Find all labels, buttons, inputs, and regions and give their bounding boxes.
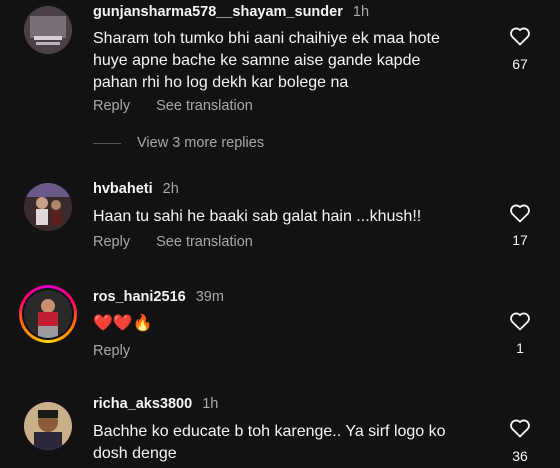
avatar[interactable] xyxy=(24,402,72,450)
comment-actions: Reply xyxy=(93,343,130,359)
like-count: 17 xyxy=(512,232,528,248)
avatar[interactable] xyxy=(24,183,72,231)
username[interactable]: gunjansharma578__shayam_sunder xyxy=(93,4,343,20)
comment-meta: gunjansharma578__shayam_sunder 1h xyxy=(93,4,369,20)
comment-item: ros_hani2516 39m ❤️❤️🔥 Reply 1 xyxy=(0,283,560,383)
replies-divider xyxy=(93,143,121,144)
timestamp: 39m xyxy=(195,289,224,305)
avatar xyxy=(22,288,74,340)
comment-meta: richa_aks3800 1h xyxy=(93,396,218,412)
like-count: 67 xyxy=(512,56,528,72)
avatar-image xyxy=(24,290,72,338)
timestamp: 1h xyxy=(352,4,370,20)
see-translation-button[interactable]: See translation xyxy=(156,98,253,114)
avatar-image xyxy=(24,183,72,231)
see-translation-button[interactable]: See translation xyxy=(156,234,253,250)
timestamp: 2h xyxy=(162,181,179,197)
comment-item: hvbaheti 2h Haan tu sahi he baaki sab ga… xyxy=(0,175,560,275)
comment-actions: Reply See translation xyxy=(93,234,253,250)
comment-meta: hvbaheti 2h xyxy=(93,181,179,197)
username[interactable]: richa_aks3800 xyxy=(93,396,192,412)
avatar-image xyxy=(24,402,72,450)
heart-outline-icon[interactable] xyxy=(508,416,532,440)
reply-button[interactable]: Reply xyxy=(93,234,130,250)
reply-button[interactable]: Reply xyxy=(93,343,130,359)
username[interactable]: hvbaheti xyxy=(93,181,153,197)
comment-text: ❤️❤️🔥 xyxy=(93,315,153,332)
like-count: 36 xyxy=(512,448,528,464)
comment-text: Bachhe ko educate b toh karenge.. Ya sir… xyxy=(93,423,446,462)
like-count: 1 xyxy=(516,340,524,356)
username[interactable]: ros_hani2516 xyxy=(93,289,186,305)
avatar-image xyxy=(24,6,72,54)
avatar[interactable] xyxy=(24,6,72,54)
comment-item: gunjansharma578__shayam_sunder 1h Sharam… xyxy=(0,0,560,170)
avatar-story-ring[interactable] xyxy=(19,285,77,343)
view-more-replies-button[interactable]: View 3 more replies xyxy=(137,135,264,151)
comment-text: Haan tu sahi he baaki sab galat hain ...… xyxy=(93,208,422,225)
comment-text: Sharam toh tumko bhi aani chaihiye ek ma… xyxy=(93,30,440,91)
timestamp: 1h xyxy=(202,396,219,412)
reply-button[interactable]: Reply xyxy=(93,98,130,114)
comment-actions: Reply See translation xyxy=(93,98,253,114)
heart-outline-icon[interactable] xyxy=(508,309,532,333)
heart-outline-icon[interactable] xyxy=(508,24,532,48)
comment-meta: ros_hani2516 39m xyxy=(93,289,224,305)
comment-item: richa_aks3800 1h Bachhe ko educate b toh… xyxy=(0,392,560,468)
heart-outline-icon[interactable] xyxy=(508,201,532,225)
